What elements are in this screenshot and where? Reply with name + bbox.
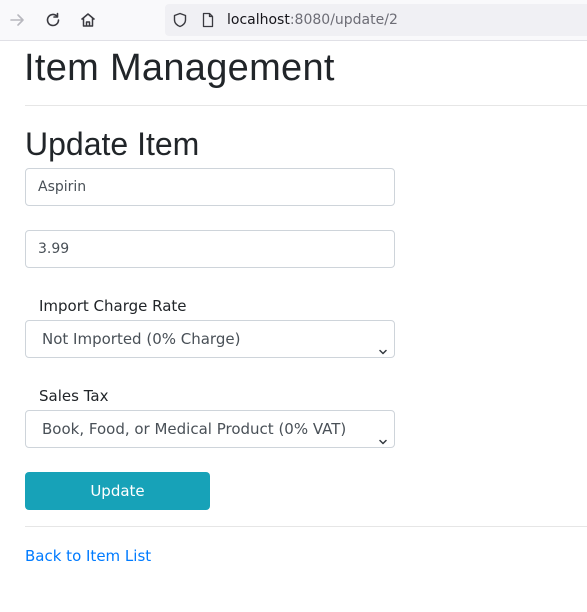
item-price-input[interactable]: 3.99 (25, 230, 395, 268)
shield-icon[interactable] (172, 12, 188, 32)
url-host: localhost (227, 12, 290, 28)
back-to-list-link[interactable]: Back to Item List (25, 546, 151, 566)
sales-tax-label: Sales Tax (39, 387, 109, 405)
url-text[interactable]: localhost:8080/update/2 (227, 11, 398, 29)
divider (25, 526, 587, 527)
chevron-down-icon (378, 334, 388, 370)
arrow-right-icon (10, 14, 24, 26)
address-bar[interactable]: localhost:8080/update/2 (165, 4, 587, 36)
page-title: Item Management (24, 47, 335, 89)
import-charge-label: Import Charge Rate (39, 297, 187, 315)
chevron-down-icon (378, 424, 388, 460)
item-name-input[interactable]: Aspirin (25, 168, 395, 206)
sales-tax-select[interactable]: Book, Food, or Medical Product (0% VAT) (25, 410, 395, 448)
url-path: :8080/update/2 (289, 12, 398, 28)
page-icon[interactable] (200, 12, 216, 32)
browser-toolbar: localhost:8080/update/2 (0, 0, 587, 41)
update-button[interactable]: Update (25, 472, 210, 510)
import-charge-value: Not Imported (0% Charge) (42, 330, 241, 348)
divider (25, 105, 587, 106)
sales-tax-value: Book, Food, or Medical Product (0% VAT) (42, 420, 347, 438)
reload-icon (46, 12, 60, 27)
home-icon (81, 13, 95, 27)
forward-button[interactable] (5, 8, 29, 32)
section-title: Update Item (25, 126, 200, 162)
home-button[interactable] (76, 8, 100, 32)
reload-button[interactable] (41, 8, 65, 32)
import-charge-select[interactable]: Not Imported (0% Charge) (25, 320, 395, 358)
